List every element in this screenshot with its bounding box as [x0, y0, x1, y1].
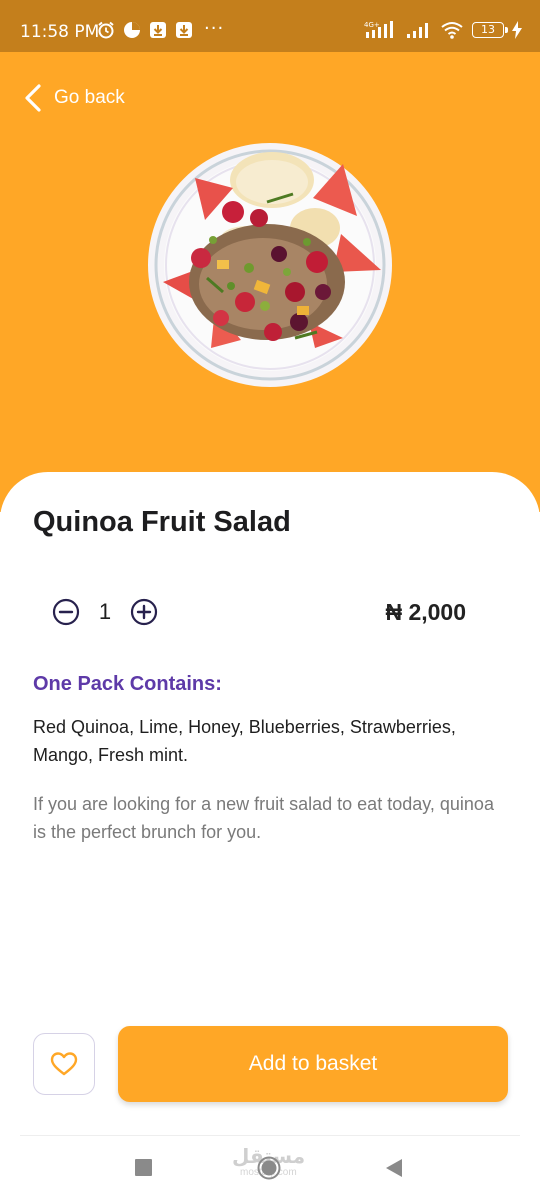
heart-icon [50, 1052, 78, 1076]
product-description: If you are looking for a new fruit salad… [33, 794, 494, 842]
quantity-stepper: 1 [52, 598, 158, 626]
ingredients-text: Red Quinoa, Lime, Honey, Blueberries, St… [33, 717, 456, 765]
pack-contents-heading: One Pack Contains: [33, 673, 222, 695]
status-notification-icons [96, 20, 194, 40]
status-time: 11:58 PM [20, 22, 100, 42]
go-back-button[interactable]: Go back [24, 84, 125, 112]
favorite-button[interactable] [33, 1033, 95, 1095]
status-system-icons: 4G+ 13 [364, 20, 522, 40]
signal-icon: 4G+ [364, 21, 393, 38]
minus-circle-icon[interactable] [52, 598, 80, 626]
product-title: Quinoa Fruit Salad [33, 506, 291, 538]
system-nav-bar: مستقل mostaql.com [0, 1136, 540, 1200]
download-icon [150, 22, 166, 38]
go-back-label: Go back [54, 87, 125, 108]
more-notifications-icon: ··· [204, 18, 225, 39]
status-bar: 11:58 PM ··· 4G+ 13 [0, 0, 540, 52]
product-price: ₦ 2,000 [385, 599, 466, 625]
app-icon [124, 22, 140, 38]
fruit-salad-plate-image [148, 143, 392, 387]
charging-icon [512, 21, 522, 39]
square-recent-icon[interactable] [135, 1159, 152, 1176]
add-to-basket-button[interactable]: Add to basket [118, 1026, 508, 1102]
product-hero: Go back [0, 52, 540, 512]
alarm-icon [98, 21, 114, 39]
battery-icon: 13 [472, 22, 508, 38]
download-icon [176, 22, 192, 38]
circle-home-icon[interactable] [257, 1156, 281, 1180]
product-details-card: Quinoa Fruit Salad 1 ₦ 2,000 One Pack Co… [0, 472, 540, 1200]
network-type-label: 4G+ [364, 21, 380, 29]
wifi-icon [441, 22, 463, 39]
plus-circle-icon[interactable] [130, 598, 158, 626]
quantity-value: 1 [98, 599, 112, 624]
signal-icon [407, 23, 428, 38]
triangle-back-icon[interactable] [385, 1158, 403, 1178]
chevron-left-icon [25, 84, 41, 112]
